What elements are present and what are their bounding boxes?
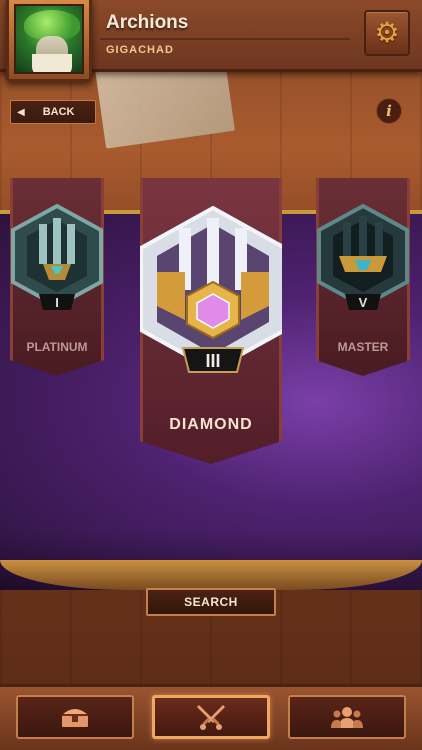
- group-icon: [331, 707, 363, 728]
- diamond-rank-emblem-icon: III: [140, 202, 282, 382]
- back-button[interactable]: ◀ BACK: [10, 100, 96, 124]
- nav-social-button[interactable]: [288, 695, 406, 739]
- bottom-navigation: [0, 684, 422, 750]
- avatar[interactable]: [6, 0, 92, 82]
- search-button[interactable]: SEARCH: [146, 588, 276, 616]
- info-button[interactable]: i: [376, 98, 402, 124]
- player-title: GIGACHAD: [106, 44, 174, 56]
- back-arrow-icon: ◀: [17, 106, 25, 118]
- cloth-gold-trim: [0, 560, 422, 590]
- platinum-rank-emblem-icon: I: [10, 202, 104, 322]
- player-name: Archions: [106, 12, 189, 33]
- rank-label-right: MASTER: [337, 340, 389, 354]
- rank-tier-center: III: [205, 351, 220, 371]
- rank-banner-master[interactable]: V MASTER: [316, 178, 410, 376]
- info-icon: i: [386, 102, 392, 120]
- back-label: BACK: [42, 106, 75, 118]
- nav-battle-button[interactable]: [152, 695, 270, 739]
- header-divider: [100, 38, 350, 40]
- crossed-swords-icon: [197, 705, 225, 730]
- search-label: SEARCH: [184, 595, 238, 609]
- rank-label-center: DIAMOND: [169, 416, 253, 433]
- rank-banner-diamond[interactable]: III DIAMOND: [140, 178, 282, 464]
- nav-chest-button[interactable]: [16, 695, 134, 739]
- mushroom-wizard-avatar-icon: [14, 4, 84, 74]
- rank-tier-left: I: [55, 295, 59, 310]
- treasure-chest-icon: [62, 709, 88, 727]
- gear-icon: ⚙: [374, 16, 400, 49]
- rank-tier-right: V: [359, 295, 368, 310]
- master-rank-emblem-icon: V: [316, 202, 410, 322]
- settings-button[interactable]: ⚙: [364, 10, 410, 56]
- rank-label-left: PLATINUM: [26, 340, 88, 354]
- game-screen: Archions GIGACHAD ⚙ ◀ BACK i I PLATINUM …: [0, 0, 422, 750]
- rank-banner-platinum[interactable]: I PLATINUM: [10, 178, 104, 376]
